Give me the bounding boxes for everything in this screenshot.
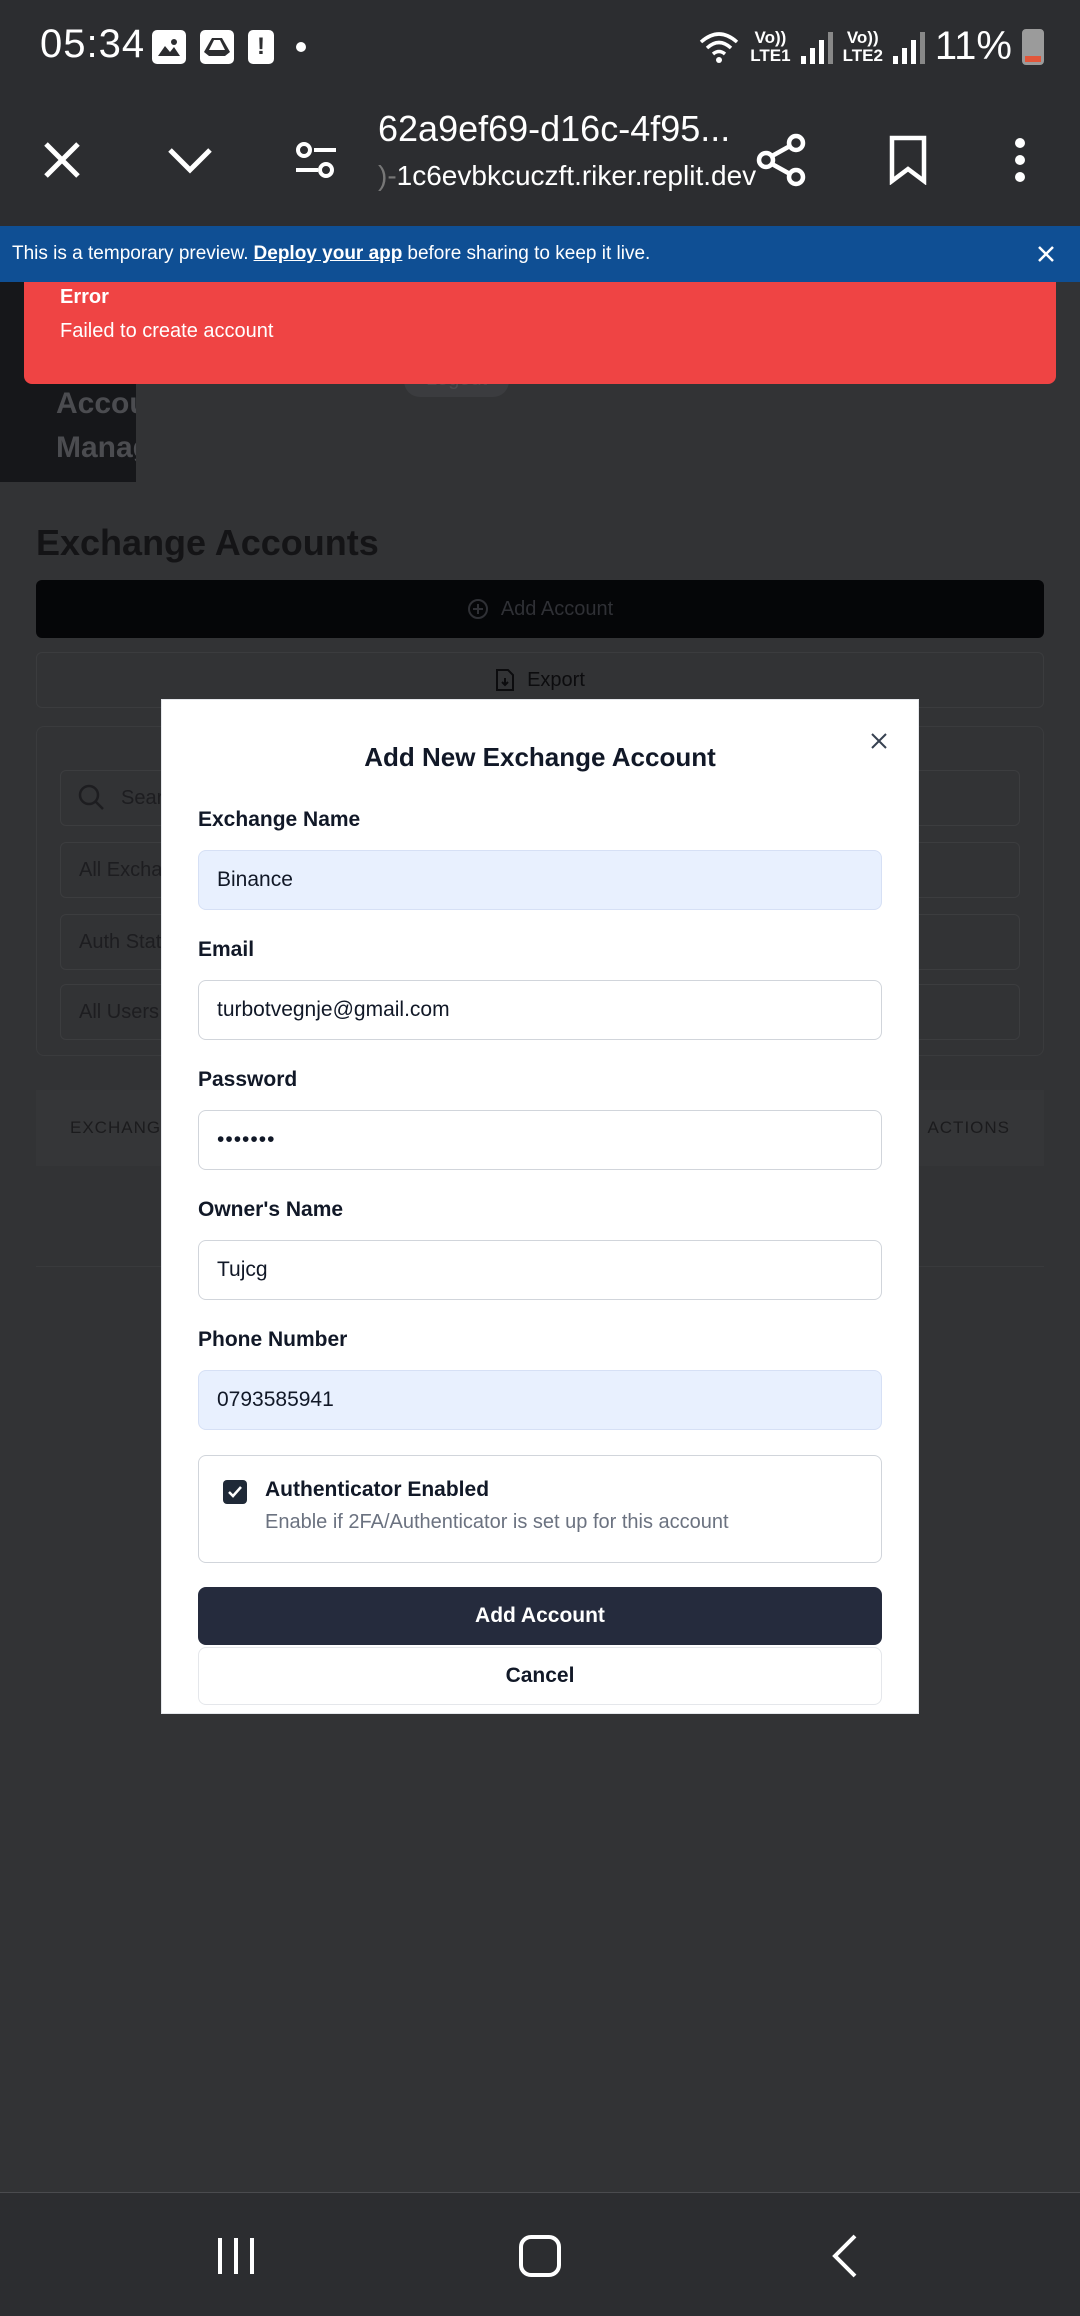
column-exchange: EXCHANG	[70, 1118, 162, 1137]
owner-name-input[interactable]: Tujcg	[198, 1240, 882, 1300]
status-bar: 05:34 ! Vo)) LTE1 Vo)) LTE2 11%	[0, 0, 1080, 94]
url-domain[interactable]: )-1c6evbkcuczft.riker.replit.dev	[378, 160, 756, 192]
toast-message: Failed to create account	[60, 320, 274, 342]
home-button[interactable]	[500, 2221, 580, 2291]
sim2-indicator: Vo)) LTE2	[842, 27, 883, 65]
wifi-icon	[700, 31, 739, 63]
authenticator-option: Authenticator Enabled Enable if 2FA/Auth…	[198, 1455, 882, 1563]
signal-icon-2	[892, 30, 925, 64]
battery-percent: 11%	[934, 24, 1012, 68]
check-icon	[228, 1486, 242, 1498]
modal-close-button[interactable]	[864, 726, 894, 756]
page-title: Exchange Accounts	[36, 522, 379, 563]
back-button[interactable]	[804, 2221, 884, 2291]
close-tab-button[interactable]	[24, 122, 100, 198]
site-settings-button[interactable]	[278, 122, 354, 198]
password-label: Password	[198, 1068, 298, 1091]
banner-text: This is a temporary preview.	[12, 243, 249, 264]
exchange-name-input[interactable]: Binance	[198, 850, 882, 910]
close-icon	[1038, 246, 1054, 262]
drive-icon	[200, 30, 234, 64]
file-export-icon	[496, 669, 515, 691]
minimize-button[interactable]	[152, 122, 228, 198]
owner-name-label: Owner's Name	[198, 1198, 344, 1221]
chevron-down-icon	[168, 148, 212, 174]
close-icon	[871, 733, 887, 749]
phone-number-input[interactable]: 0793585941	[198, 1370, 882, 1430]
error-toast[interactable]: Error Failed to create account	[24, 282, 1056, 384]
back-icon	[832, 2234, 857, 2278]
bookmark-button[interactable]	[870, 122, 946, 198]
notification-icons: !	[152, 30, 306, 64]
close-icon	[44, 142, 80, 178]
share-button[interactable]	[744, 122, 820, 198]
status-time: 05:34	[40, 22, 146, 66]
authenticator-checkbox[interactable]	[223, 1480, 247, 1504]
authenticator-title: Authenticator Enabled	[265, 1478, 490, 1501]
exchange-name-label: Exchange Name	[198, 808, 361, 831]
more-options-button[interactable]	[982, 122, 1058, 198]
add-account-modal: Add New Exchange Account Exchange Name B…	[161, 699, 919, 1714]
alert-icon: !	[248, 30, 274, 64]
password-input[interactable]: •••••••	[198, 1110, 882, 1170]
recent-apps-icon	[218, 2238, 254, 2274]
email-input[interactable]: turbotvegnje@gmail.com	[198, 980, 882, 1040]
recent-apps-button[interactable]	[196, 2221, 276, 2291]
add-account-button[interactable]: Add Account	[36, 580, 1044, 638]
toast-title: Error	[60, 286, 109, 308]
signal-icon	[800, 30, 833, 64]
column-actions: ACTIONS	[927, 1118, 1010, 1137]
deploy-link[interactable]: Deploy your app	[254, 243, 403, 265]
share-icon	[756, 133, 806, 187]
navigation-bar	[0, 2192, 1080, 2316]
modal-title: Add New Exchange Account	[364, 742, 716, 772]
plus-circle-icon	[467, 599, 488, 619]
status-indicators: Vo)) LTE1 Vo)) LTE2 11%	[698, 24, 1044, 69]
email-label: Email	[198, 938, 255, 961]
cancel-button[interactable]: Cancel	[198, 1647, 882, 1705]
home-icon	[519, 2235, 561, 2277]
sim1-indicator: Vo)) LTE1	[750, 27, 791, 65]
banner-close-button[interactable]	[1032, 240, 1060, 268]
submit-add-account-button[interactable]: Add Account	[198, 1587, 882, 1645]
settings-sliders-icon	[296, 142, 336, 178]
phone-number-label: Phone Number	[198, 1328, 348, 1351]
browser-toolbar: 62a9ef69-d16c-4f95... )-1c6evbkcuczft.ri…	[0, 94, 1080, 226]
banner-text-end: before sharing to keep it live.	[407, 243, 651, 264]
search-icon	[78, 784, 104, 810]
more-vertical-icon	[1015, 138, 1025, 182]
preview-banner: This is a temporary preview. Deploy your…	[0, 226, 1080, 282]
authenticator-description: Enable if 2FA/Authenticator is set up fo…	[265, 1511, 729, 1533]
gallery-icon	[152, 30, 186, 64]
battery-icon	[1022, 28, 1044, 65]
bookmark-icon	[889, 135, 927, 185]
dot-icon	[296, 42, 306, 52]
url-title[interactable]: 62a9ef69-d16c-4f95...	[378, 108, 730, 150]
